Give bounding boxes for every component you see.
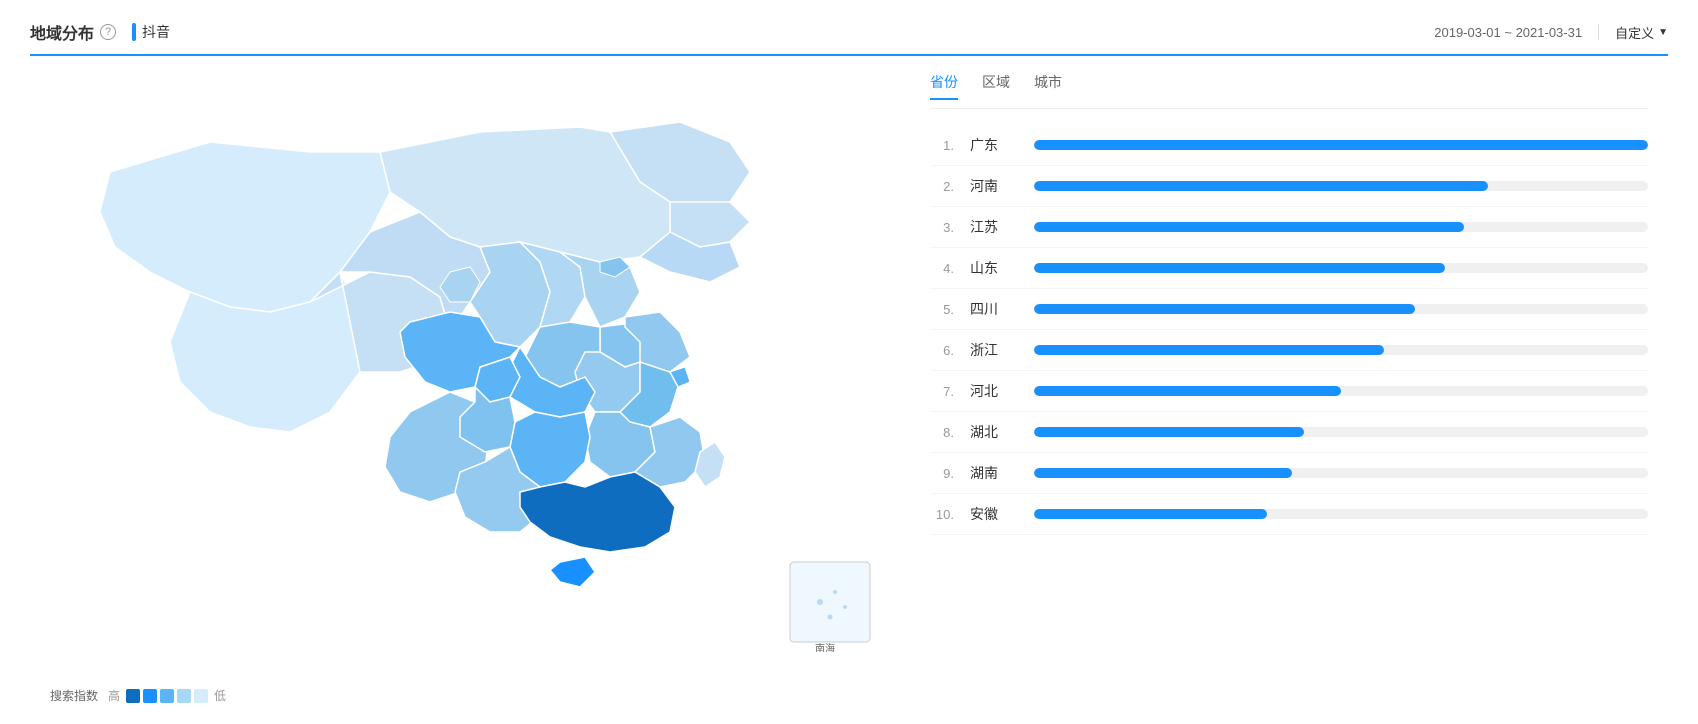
rank-province-name: 河北 (970, 381, 1018, 401)
legend-color-2 (143, 689, 157, 703)
page-header: 地域分布 ? 抖音 2019-03-01 ~ 2021-03-31 自定义 ▼ (30, 20, 1668, 44)
rank-number: 1. (930, 138, 954, 153)
platform-label: 抖音 (142, 22, 170, 42)
platform-bar-indicator (132, 23, 136, 41)
rank-item-2: 2. 河南 (930, 166, 1648, 207)
rank-item-4: 4. 山东 (930, 248, 1648, 289)
rank-number: 3. (930, 220, 954, 235)
rank-bar-fill (1034, 140, 1648, 150)
rank-item-3: 3. 江苏 (930, 207, 1648, 248)
rank-bar-fill (1034, 345, 1384, 355)
rank-number: 5. (930, 302, 954, 317)
rank-bar-container (1034, 345, 1648, 355)
china-map: 南海 (30, 72, 890, 652)
header-underline (30, 54, 1668, 56)
rank-province-name: 四川 (970, 299, 1018, 319)
rank-bar-fill (1034, 386, 1341, 396)
tabs-container: 省份 区域 城市 (930, 72, 1648, 109)
rank-province-name: 河南 (970, 176, 1018, 196)
rank-bar-container (1034, 509, 1648, 519)
rank-bar-fill (1034, 304, 1415, 314)
tab-region[interactable]: 区域 (982, 72, 1010, 100)
rank-province-name: 安徽 (970, 504, 1018, 524)
rank-number: 6. (930, 343, 954, 358)
rank-number: 9. (930, 466, 954, 481)
rank-bar-container (1034, 304, 1648, 314)
main-content: 南海 搜索指数 高 (30, 72, 1668, 704)
divider (1598, 24, 1599, 40)
rank-item-1: 1. 广东 (930, 125, 1648, 166)
rank-bar-container (1034, 468, 1648, 478)
rank-bar-fill (1034, 181, 1488, 191)
rank-number: 4. (930, 261, 954, 276)
map-svg-container: 南海 (30, 72, 890, 677)
rank-item-6: 6. 浙江 (930, 330, 1648, 371)
rank-number: 10. (930, 507, 954, 522)
rank-province-name: 江苏 (970, 217, 1018, 237)
rank-bar-container (1034, 222, 1648, 232)
rank-number: 2. (930, 179, 954, 194)
rank-bar-fill (1034, 509, 1267, 519)
rank-item-5: 5. 四川 (930, 289, 1648, 330)
rank-bar-container (1034, 427, 1648, 437)
rank-bar-fill (1034, 263, 1445, 273)
tab-province[interactable]: 省份 (930, 72, 958, 100)
rank-item-7: 7. 河北 (930, 371, 1648, 412)
legend-title: 搜索指数 (50, 687, 98, 704)
rank-bar-fill (1034, 468, 1292, 478)
rank-item-8: 8. 湖北 (930, 412, 1648, 453)
legend-high-label: 高 (108, 687, 120, 704)
page-title: 地域分布 (30, 20, 94, 44)
page-container: 地域分布 ? 抖音 2019-03-01 ~ 2021-03-31 自定义 ▼ (0, 0, 1698, 724)
rank-bar-container (1034, 263, 1648, 273)
rank-list: 1. 广东 2. 河南 3. 江苏 4. 山东 5. 四川 (930, 125, 1648, 535)
legend-squares (126, 689, 208, 703)
map-area: 南海 搜索指数 高 (30, 72, 890, 704)
map-legend: 搜索指数 高 低 (30, 677, 890, 704)
rank-bar-fill (1034, 427, 1304, 437)
right-panel: 省份 区域 城市 1. 广东 2. 河南 3. 江苏 4. (890, 72, 1668, 704)
svg-text:南海: 南海 (815, 642, 835, 652)
rank-province-name: 浙江 (970, 340, 1018, 360)
legend-color-4 (177, 689, 191, 703)
custom-button[interactable]: 自定义 ▼ (1615, 23, 1668, 42)
tab-city[interactable]: 城市 (1034, 72, 1062, 100)
header-right: 2019-03-01 ~ 2021-03-31 自定义 ▼ (1434, 23, 1668, 42)
legend-color-3 (160, 689, 174, 703)
rank-bar-fill (1034, 222, 1464, 232)
rank-bar-container (1034, 140, 1648, 150)
header-left: 地域分布 ? 抖音 (30, 20, 170, 44)
rank-bar-container (1034, 386, 1648, 396)
rank-item-9: 9. 湖南 (930, 453, 1648, 494)
rank-item-10: 10. 安徽 (930, 494, 1648, 535)
rank-province-name: 湖北 (970, 422, 1018, 442)
rank-number: 8. (930, 425, 954, 440)
platform-tag: 抖音 (132, 22, 170, 42)
rank-number: 7. (930, 384, 954, 399)
date-range: 2019-03-01 ~ 2021-03-31 (1434, 25, 1582, 40)
rank-province-name: 广东 (970, 135, 1018, 155)
rank-province-name: 湖南 (970, 463, 1018, 483)
help-icon[interactable]: ? (100, 24, 116, 40)
dropdown-icon: ▼ (1658, 27, 1668, 38)
legend-color-5 (194, 689, 208, 703)
legend-color-1 (126, 689, 140, 703)
legend-low-label: 低 (214, 687, 226, 704)
rank-province-name: 山东 (970, 258, 1018, 278)
rank-bar-container (1034, 181, 1648, 191)
